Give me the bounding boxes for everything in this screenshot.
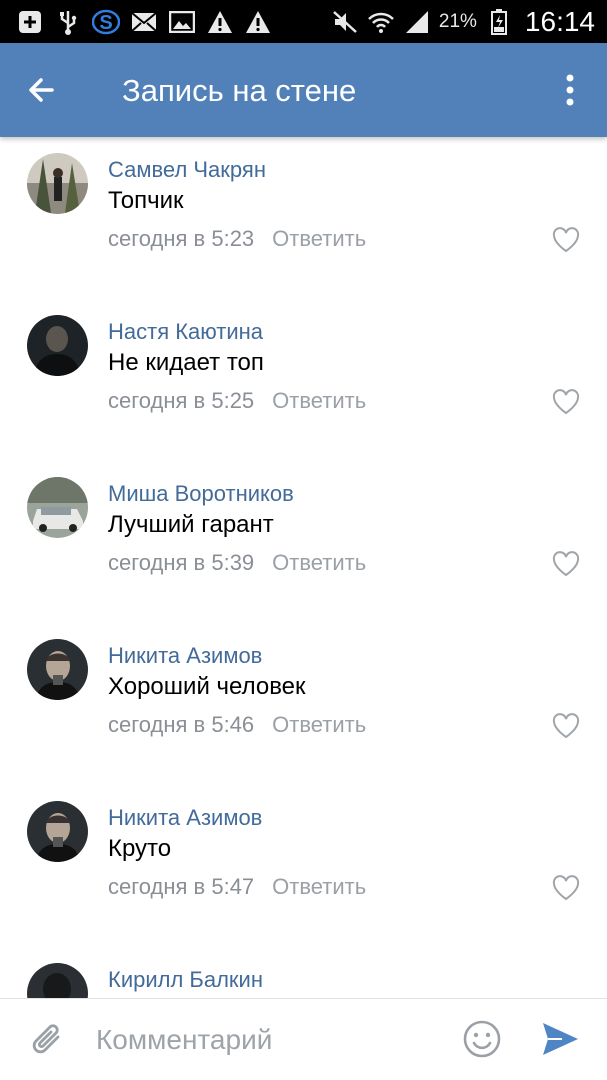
- clock: 16:14: [524, 5, 595, 37]
- send-icon[interactable]: [540, 1019, 580, 1059]
- s-logo-icon: S: [92, 9, 120, 35]
- reply-button[interactable]: Ответить: [272, 874, 366, 899]
- battery-percent: 21%: [438, 10, 477, 32]
- comment-time: сегодня в 5:23: [108, 226, 255, 251]
- arrow-left-icon: [29, 78, 54, 102]
- app-bar: Запись на стене: [0, 43, 607, 137]
- reply-button[interactable]: Ответить: [272, 712, 366, 737]
- page-title: Запись на стене: [122, 73, 357, 108]
- warning-icon: [206, 9, 234, 35]
- comment-meta: сегодня в 5:46 Ответить: [108, 711, 366, 739]
- usb-icon: [54, 9, 82, 35]
- svg-text:S: S: [99, 12, 112, 34]
- paperclip-icon[interactable]: [28, 1019, 68, 1061]
- plus-square-icon: [16, 9, 44, 35]
- avatar[interactable]: [27, 477, 88, 538]
- comment-time: сегодня в 5:25: [108, 388, 255, 413]
- avatar[interactable]: [27, 315, 88, 376]
- comment-item: Никита Азимов Круто сегодня в 5:47 Ответи…: [0, 785, 607, 947]
- comment-meta: сегодня в 5:23 Ответить: [108, 225, 366, 253]
- reply-button[interactable]: Ответить: [272, 550, 366, 575]
- comment-author[interactable]: Самвел Чакрян: [108, 156, 266, 184]
- comment-time: сегодня в 5:46: [108, 712, 255, 737]
- comment-item: Никита Азимов Хороший человек сегодня в …: [0, 623, 607, 785]
- avatar[interactable]: [27, 801, 88, 862]
- warning-icon: [244, 9, 272, 35]
- image-icon: [168, 9, 196, 35]
- comment-input[interactable]: [96, 1017, 436, 1063]
- back-button[interactable]: [22, 70, 62, 110]
- avatar[interactable]: [27, 639, 88, 700]
- heart-icon[interactable]: [552, 227, 580, 253]
- reply-button[interactable]: Ответить: [272, 388, 366, 413]
- comment-item: Миша Воротников Лучший гарант сегодня в …: [0, 461, 607, 623]
- comment-author[interactable]: Настя Каютина: [108, 318, 263, 346]
- comments-list[interactable]: Самвел Чакрян Топчик сегодня в 5:23 Ответ…: [0, 137, 607, 998]
- comment-text: Топчик: [108, 187, 184, 214]
- comment-meta: сегодня в 5:25 Ответить: [108, 387, 366, 415]
- comment-composer: [0, 998, 607, 1080]
- heart-icon[interactable]: [552, 875, 580, 901]
- comment-text: Не кидает топ: [108, 349, 264, 376]
- comment-text: Хороший человек: [108, 673, 306, 700]
- more-menu-button[interactable]: [552, 70, 588, 110]
- mute-icon: [331, 9, 359, 35]
- status-bar: S 21% 16:14: [0, 0, 607, 43]
- signal-icon: [403, 9, 431, 35]
- comment-author[interactable]: Никита Азимов: [108, 804, 262, 832]
- comment-item: Настя Каютина Не кидает топ сегодня в 5:…: [0, 299, 607, 461]
- comment-text: Круто: [108, 835, 172, 862]
- wifi-icon: [367, 9, 395, 35]
- more-vertical-icon: [566, 74, 574, 106]
- comment-meta: сегодня в 5:47 Ответить: [108, 873, 366, 901]
- comment-time: сегодня в 5:39: [108, 550, 255, 575]
- avatar[interactable]: [27, 963, 88, 998]
- comment-author[interactable]: Миша Воротников: [108, 480, 294, 508]
- smiley-icon[interactable]: [462, 1019, 502, 1059]
- comment-item: Самвел Чакрян Топчик сегодня в 5:23 Ответ…: [0, 137, 607, 299]
- heart-icon[interactable]: [552, 713, 580, 739]
- heart-icon[interactable]: [552, 551, 580, 577]
- comment-time: сегодня в 5:47: [108, 874, 255, 899]
- avatar[interactable]: [27, 153, 88, 214]
- mail-icon: [130, 9, 158, 35]
- battery-icon: [485, 8, 513, 35]
- comment-meta: сегодня в 5:39 Ответить: [108, 549, 366, 577]
- heart-icon[interactable]: [552, 389, 580, 415]
- comment-text: Лучший гарант: [108, 511, 274, 538]
- comment-author[interactable]: Кирилл Балкин: [108, 966, 263, 994]
- reply-button[interactable]: Ответить: [272, 226, 366, 251]
- comment-item: Кирилл Балкин: [0, 947, 607, 998]
- comment-author[interactable]: Никита Азимов: [108, 642, 262, 670]
